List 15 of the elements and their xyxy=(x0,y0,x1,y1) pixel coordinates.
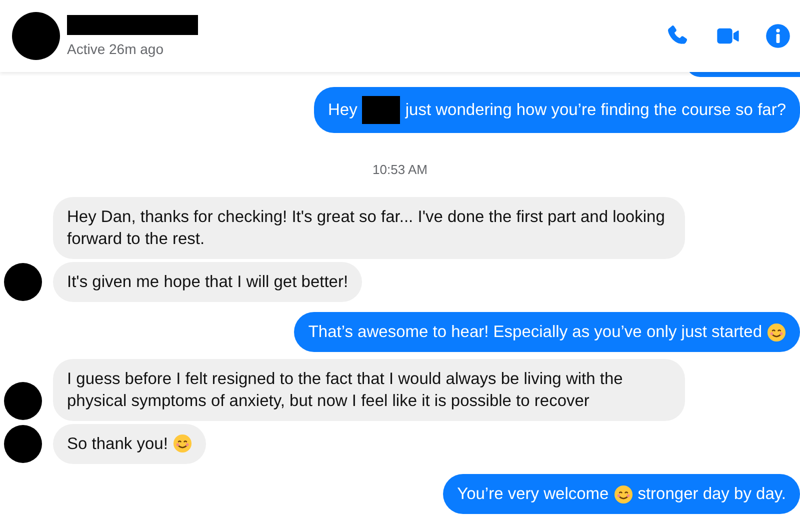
smiling-face-icon xyxy=(172,434,192,453)
message-bubble: Hey just wondering how you’re finding the course so far? xyxy=(314,87,800,133)
smiling-face-icon xyxy=(767,322,786,342)
message-bubble: You’re very welcome stronger day by day. xyxy=(443,474,800,514)
timestamp: 10:53 AM xyxy=(372,162,428,177)
redaction-bar xyxy=(362,96,400,124)
message-bubble: So thank you! xyxy=(53,424,206,464)
message-bubble: That’s awesome to hear! Especially as you’ve only just started xyxy=(294,312,800,352)
message-bubble: I guess before I felt resigned to the fact that I would always be living with the physical symptoms of anxiety, but now I feel like it is possible to recover xyxy=(53,359,685,421)
avatar[interactable] xyxy=(12,12,60,60)
info-icon[interactable] xyxy=(765,23,791,49)
message-bubble: It's given me hope that I will get better! xyxy=(53,262,362,302)
smiling-face-icon xyxy=(614,484,633,504)
active-status: Active 26m ago xyxy=(67,41,164,57)
message-bubble: Hey Dan, thanks for checking! It's great so far... I've done the first part and looking forward to the rest. xyxy=(53,197,685,259)
